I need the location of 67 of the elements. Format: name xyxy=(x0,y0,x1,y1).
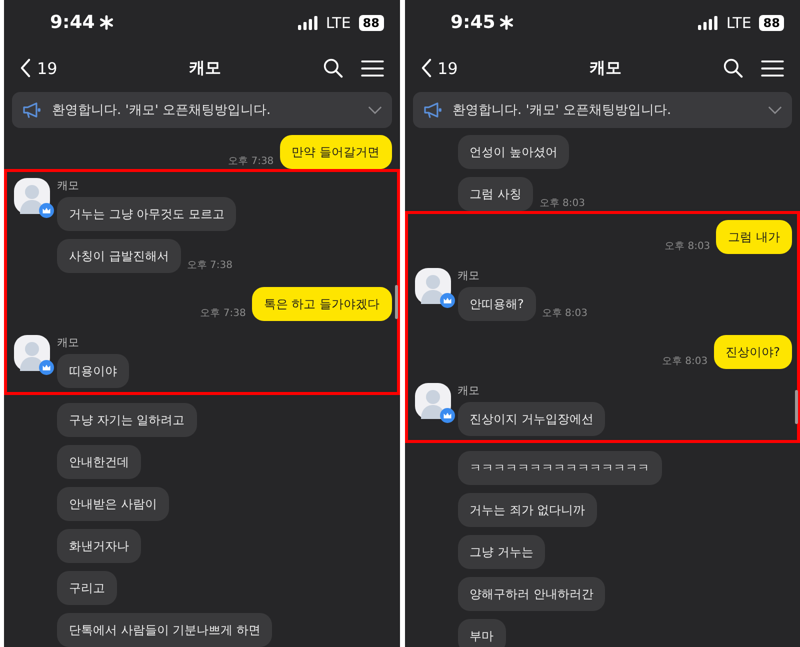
message-bubble: 안띠용해? xyxy=(458,287,536,321)
message-time: 오후 8:03 xyxy=(662,355,708,368)
chevron-down-icon[interactable] xyxy=(768,106,782,114)
sender-name: 캐모 xyxy=(458,383,480,398)
sender-name: 캐모 xyxy=(57,178,80,193)
message-bubble: 띠용이야 xyxy=(57,354,129,388)
sender-name: 캐모 xyxy=(57,335,80,350)
message-bubble: 그냥 거누는 xyxy=(458,535,546,569)
back-button[interactable]: 19 xyxy=(420,58,458,78)
message-bubble: 진상이야? xyxy=(714,335,792,369)
message-time: 오후 8:03 xyxy=(542,307,588,320)
message-bubble: 만약 들어갈거면 xyxy=(280,135,392,169)
status-time: 9:45 xyxy=(450,12,496,33)
message-bubble: 톡은 하고 들가야겠다 xyxy=(252,287,392,321)
message-time: 오후 7:38 xyxy=(200,307,246,320)
back-button[interactable]: 19 xyxy=(20,58,58,78)
search-icon[interactable] xyxy=(322,58,342,78)
chat-title: 캐모 xyxy=(188,58,222,78)
battery-indicator: 88 xyxy=(358,14,384,30)
message-bubble: 언성이 높아셨어 xyxy=(458,135,570,169)
message-bubble: 단톡에서 사람들이 기분나쁘게 하면 xyxy=(57,613,272,647)
chat-title: 캐모 xyxy=(588,58,622,78)
notice-text: 환영합니다. '캐모' 오픈채팅방입니다. xyxy=(452,102,672,119)
message-time: 오후 7:38 xyxy=(186,259,232,272)
message-bubble: ㅋㅋㅋㅋㅋㅋㅋㅋㅋㅋㅋㅋㅋㅋㅋ xyxy=(458,451,662,485)
message-bubble: 구냥 자기는 일하려고 xyxy=(57,403,197,437)
megaphone-icon xyxy=(22,102,42,118)
menu-icon[interactable] xyxy=(761,60,784,76)
sender-name: 캐모 xyxy=(458,268,480,283)
status-time: 9:44 xyxy=(50,12,95,33)
message-bubble: 그럼 내가 xyxy=(716,220,792,254)
message-bubble: 진상이지 거누입장에선 xyxy=(458,402,606,436)
crown-icon xyxy=(440,408,454,423)
notice-banner[interactable]: 환영합니다. '캐모' 오픈채팅방입니다. xyxy=(12,92,392,128)
message-time: 오후 8:03 xyxy=(664,240,710,253)
chevron-left-icon xyxy=(420,58,432,78)
battery-indicator: 88 xyxy=(759,14,784,30)
asterisk-icon xyxy=(499,15,514,30)
message-bubble: 사칭이 급발진해서 xyxy=(57,239,181,273)
message-bubble: 안내받은 사람이 xyxy=(57,487,169,521)
message-bubble: 거누는 죄가 없다니까 xyxy=(458,493,598,527)
search-icon[interactable] xyxy=(723,58,743,78)
notice-banner[interactable]: 환영합니다. '캐모' 오픈채팅방입니다. xyxy=(412,92,792,128)
network-label: LTE xyxy=(326,14,351,32)
notice-text: 환영합니다. '캐모' 오픈채팅방입니다. xyxy=(52,102,272,119)
message-bubble: 양해구하러 안내하러간 xyxy=(458,577,606,611)
menu-icon[interactable] xyxy=(360,60,384,76)
asterisk-icon xyxy=(98,15,114,30)
scrollbar[interactable] xyxy=(795,390,798,424)
crown-icon xyxy=(440,293,454,308)
chevron-down-icon[interactable] xyxy=(368,106,382,114)
message-bubble: 구리고 xyxy=(57,571,117,605)
message-bubble: 거누는 그냥 아무것도 모르고 xyxy=(57,197,236,231)
signal-icon xyxy=(698,16,718,30)
crown-icon xyxy=(39,203,54,218)
network-label: LTE xyxy=(726,14,752,32)
message-bubble: 부마 xyxy=(458,619,506,647)
chevron-left-icon xyxy=(20,58,31,78)
megaphone-icon xyxy=(422,102,442,118)
crown-icon xyxy=(39,360,54,375)
signal-icon xyxy=(298,16,318,30)
message-time: 오후 8:03 xyxy=(539,197,585,210)
message-bubble: 그럼 사칭 xyxy=(458,177,534,211)
message-bubble: 화낸거자나 xyxy=(57,529,141,563)
message-bubble: 안내한건데 xyxy=(57,445,141,479)
scrollbar[interactable] xyxy=(394,285,398,319)
message-time: 오후 7:38 xyxy=(228,155,274,168)
